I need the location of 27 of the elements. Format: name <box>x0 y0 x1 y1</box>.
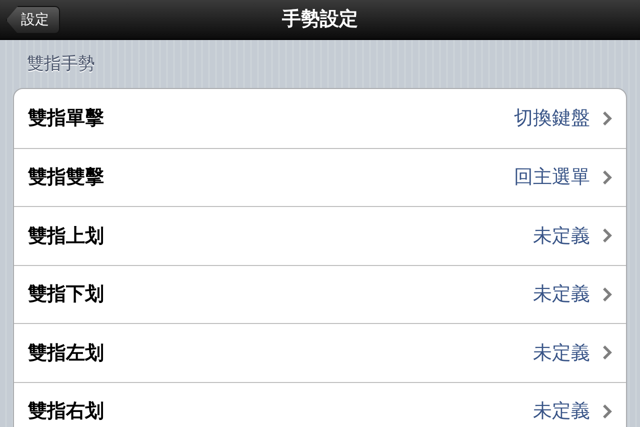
chevron-icon <box>602 228 612 244</box>
chevron-icon <box>602 345 612 360</box>
window-title: 手勢設定 <box>282 7 358 32</box>
row-label: 雙指雙擊 <box>28 165 105 190</box>
chevron-icon <box>602 404 612 419</box>
row-label: 雙指左划 <box>28 340 105 366</box>
settings-row[interactable]: 雙指左划 未定義 <box>14 323 626 382</box>
back-button[interactable]: 設定 <box>6 6 60 34</box>
settings-row[interactable]: 雙指上划 未定義 <box>14 206 626 264</box>
chevron-icon <box>602 170 612 185</box>
row-label: 雙指右划 <box>28 399 105 424</box>
section-header: 雙指手勢 <box>26 53 96 75</box>
settings-row[interactable]: 雙指右划 未定義 <box>14 382 626 427</box>
settings-row[interactable]: 雙指下划 未定義 <box>14 264 626 323</box>
chevron-icon <box>602 286 612 302</box>
settings-row[interactable]: 雙指單擊 切換鍵盤 <box>14 89 626 148</box>
row-label: 雙指上划 <box>28 224 105 248</box>
row-value: 回主選單 <box>514 165 590 190</box>
row-value: 未定義 <box>533 224 590 248</box>
settings-row[interactable]: 雙指雙擊 回主選單 <box>14 148 626 206</box>
row-value: 未定義 <box>533 282 590 307</box>
row-value: 切換鍵盤 <box>514 106 590 131</box>
row-value: 未定義 <box>533 340 590 366</box>
row-label: 雙指單擊 <box>28 106 105 131</box>
row-value: 未定義 <box>533 399 590 424</box>
row-label: 雙指下划 <box>28 282 105 307</box>
chevron-icon <box>602 110 612 126</box>
